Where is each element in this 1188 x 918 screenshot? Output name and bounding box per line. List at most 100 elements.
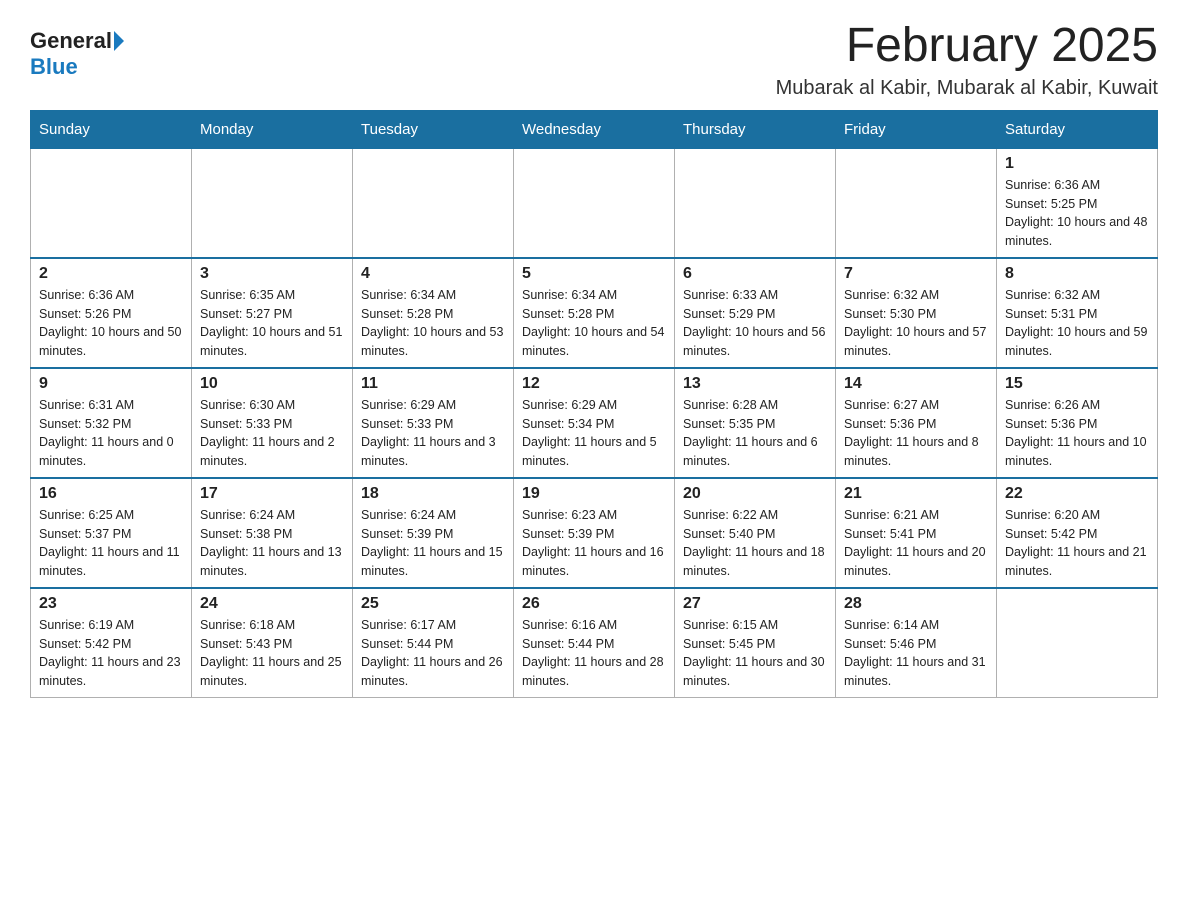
day-number: 11 (361, 375, 505, 393)
logo: General Blue (30, 20, 124, 80)
day-number: 13 (683, 375, 827, 393)
calendar-cell: 21 Sunrise: 6:21 AMSunset: 5:41 PMDayligh… (836, 478, 997, 588)
header-wednesday: Wednesday (514, 110, 675, 148)
calendar-cell: 22Sunrise: 6:20 AMSunset: 5:42 PMDayligh… (997, 478, 1158, 588)
day-number: 22 (1005, 485, 1149, 503)
calendar-cell: 18Sunrise: 6:24 AMSunset: 5:39 PMDayligh… (353, 478, 514, 588)
cell-info: Sunrise: 6:32 AMSunset: 5:30 PMDaylight:… (844, 286, 988, 361)
header-friday: Friday (836, 110, 997, 148)
cell-info: Sunrise: 6:16 AMSunset: 5:44 PMDaylight:… (522, 616, 666, 691)
calendar-cell: 15 Sunrise: 6:26 AMSunset: 5:36 PMDayligh… (997, 368, 1158, 478)
calendar-week-row: 23 Sunrise: 6:19 AMSunset: 5:42 PMDayligh… (31, 588, 1158, 698)
calendar-cell: 3Sunrise: 6:35 AMSunset: 5:27 PMDaylight… (192, 258, 353, 368)
calendar-cell: 7 Sunrise: 6:32 AMSunset: 5:30 PMDaylight… (836, 258, 997, 368)
calendar-cell: 5Sunrise: 6:34 AMSunset: 5:28 PMDaylight… (514, 258, 675, 368)
calendar-week-row: 16 Sunrise: 6:25 AMSunset: 5:37 PMDayligh… (31, 478, 1158, 588)
header-saturday: Saturday (997, 110, 1158, 148)
title-area: February 2025 Mubarak al Kabir, Mubarak … (776, 20, 1158, 100)
day-number: 14 (844, 375, 988, 393)
cell-info: Sunrise: 6:28 AMSunset: 5:35 PMDaylight:… (683, 396, 827, 471)
calendar-cell: 16 Sunrise: 6:25 AMSunset: 5:37 PMDayligh… (31, 478, 192, 588)
calendar-table: SundayMondayTuesdayWednesdayThursdayFrid… (30, 110, 1158, 698)
day-number: 8 (1005, 265, 1149, 283)
calendar-cell: 10 Sunrise: 6:30 AMSunset: 5:33 PMDayligh… (192, 368, 353, 478)
cell-info: Sunrise: 6:30 AMSunset: 5:33 PMDaylight:… (200, 396, 344, 471)
calendar-cell: 9 Sunrise: 6:31 AMSunset: 5:32 PMDaylight… (31, 368, 192, 478)
header-tuesday: Tuesday (353, 110, 514, 148)
calendar-cell (192, 148, 353, 258)
cell-info: Sunrise: 6:26 AMSunset: 5:36 PMDaylight:… (1005, 396, 1149, 471)
calendar-cell (353, 148, 514, 258)
logo-general-text: General (30, 28, 112, 54)
day-number: 26 (522, 595, 666, 613)
day-number: 10 (200, 375, 344, 393)
calendar-cell: 14Sunrise: 6:27 AMSunset: 5:36 PMDayligh… (836, 368, 997, 478)
day-number: 21 (844, 485, 988, 503)
cell-info: Sunrise: 6:24 AMSunset: 5:39 PMDaylight:… (361, 506, 505, 581)
cell-info: Sunrise: 6:31 AMSunset: 5:32 PMDaylight:… (39, 396, 183, 471)
header-sunday: Sunday (31, 110, 192, 148)
day-number: 6 (683, 265, 827, 283)
cell-info: Sunrise: 6:34 AMSunset: 5:28 PMDaylight:… (361, 286, 505, 361)
cell-info: Sunrise: 6:29 AMSunset: 5:34 PMDaylight:… (522, 396, 666, 471)
day-number: 27 (683, 595, 827, 613)
calendar-cell: 19 Sunrise: 6:23 AMSunset: 5:39 PMDayligh… (514, 478, 675, 588)
location-title: Mubarak al Kabir, Mubarak al Kabir, Kuwa… (776, 77, 1158, 100)
page-header: General Blue February 2025 Mubarak al Ka… (30, 20, 1158, 100)
calendar-cell (836, 148, 997, 258)
day-number: 16 (39, 485, 183, 503)
calendar-week-row: 1 Sunrise: 6:36 AMSunset: 5:25 PMDaylight… (31, 148, 1158, 258)
calendar-cell: 28 Sunrise: 6:14 AMSunset: 5:46 PMDayligh… (836, 588, 997, 698)
calendar-cell: 1 Sunrise: 6:36 AMSunset: 5:25 PMDaylight… (997, 148, 1158, 258)
day-number: 28 (844, 595, 988, 613)
day-number: 9 (39, 375, 183, 393)
calendar-cell: 20 Sunrise: 6:22 AMSunset: 5:40 PMDayligh… (675, 478, 836, 588)
day-number: 2 (39, 265, 183, 283)
cell-info: Sunrise: 6:17 AMSunset: 5:44 PMDaylight:… (361, 616, 505, 691)
cell-info: Sunrise: 6:32 AMSunset: 5:31 PMDaylight:… (1005, 286, 1149, 361)
calendar-cell (675, 148, 836, 258)
calendar-cell: 17Sunrise: 6:24 AMSunset: 5:38 PMDayligh… (192, 478, 353, 588)
day-number: 19 (522, 485, 666, 503)
calendar-cell: 2Sunrise: 6:36 AMSunset: 5:26 PMDaylight… (31, 258, 192, 368)
day-number: 3 (200, 265, 344, 283)
calendar-cell: 6 Sunrise: 6:33 AMSunset: 5:29 PMDaylight… (675, 258, 836, 368)
day-number: 7 (844, 265, 988, 283)
calendar-cell: 8 Sunrise: 6:32 AMSunset: 5:31 PMDaylight… (997, 258, 1158, 368)
calendar-cell: 25Sunrise: 6:17 AMSunset: 5:44 PMDayligh… (353, 588, 514, 698)
calendar-cell: 23 Sunrise: 6:19 AMSunset: 5:42 PMDayligh… (31, 588, 192, 698)
cell-info: Sunrise: 6:33 AMSunset: 5:29 PMDaylight:… (683, 286, 827, 361)
cell-info: Sunrise: 6:19 AMSunset: 5:42 PMDaylight:… (39, 616, 183, 691)
calendar-week-row: 2Sunrise: 6:36 AMSunset: 5:26 PMDaylight… (31, 258, 1158, 368)
logo-blue-text: Blue (30, 54, 78, 80)
calendar-week-row: 9 Sunrise: 6:31 AMSunset: 5:32 PMDaylight… (31, 368, 1158, 478)
cell-info: Sunrise: 6:18 AMSunset: 5:43 PMDaylight:… (200, 616, 344, 691)
calendar-cell: 11 Sunrise: 6:29 AMSunset: 5:33 PMDayligh… (353, 368, 514, 478)
cell-info: Sunrise: 6:24 AMSunset: 5:38 PMDaylight:… (200, 506, 344, 581)
cell-info: Sunrise: 6:14 AMSunset: 5:46 PMDaylight:… (844, 616, 988, 691)
day-number: 4 (361, 265, 505, 283)
cell-info: Sunrise: 6:36 AMSunset: 5:25 PMDaylight:… (1005, 176, 1149, 251)
day-number: 1 (1005, 155, 1149, 173)
month-title: February 2025 (776, 20, 1158, 73)
day-number: 5 (522, 265, 666, 283)
day-number: 23 (39, 595, 183, 613)
logo-arrow-icon (114, 31, 124, 51)
day-number: 15 (1005, 375, 1149, 393)
day-number: 24 (200, 595, 344, 613)
header-monday: Monday (192, 110, 353, 148)
cell-info: Sunrise: 6:23 AMSunset: 5:39 PMDaylight:… (522, 506, 666, 581)
day-number: 12 (522, 375, 666, 393)
calendar-cell (514, 148, 675, 258)
calendar-cell (997, 588, 1158, 698)
day-number: 20 (683, 485, 827, 503)
header-thursday: Thursday (675, 110, 836, 148)
calendar-cell: 4 Sunrise: 6:34 AMSunset: 5:28 PMDaylight… (353, 258, 514, 368)
cell-info: Sunrise: 6:25 AMSunset: 5:37 PMDaylight:… (39, 506, 183, 581)
cell-info: Sunrise: 6:15 AMSunset: 5:45 PMDaylight:… (683, 616, 827, 691)
cell-info: Sunrise: 6:21 AMSunset: 5:41 PMDaylight:… (844, 506, 988, 581)
calendar-cell: 13 Sunrise: 6:28 AMSunset: 5:35 PMDayligh… (675, 368, 836, 478)
cell-info: Sunrise: 6:22 AMSunset: 5:40 PMDaylight:… (683, 506, 827, 581)
calendar-header-row: SundayMondayTuesdayWednesdayThursdayFrid… (31, 110, 1158, 148)
cell-info: Sunrise: 6:29 AMSunset: 5:33 PMDaylight:… (361, 396, 505, 471)
